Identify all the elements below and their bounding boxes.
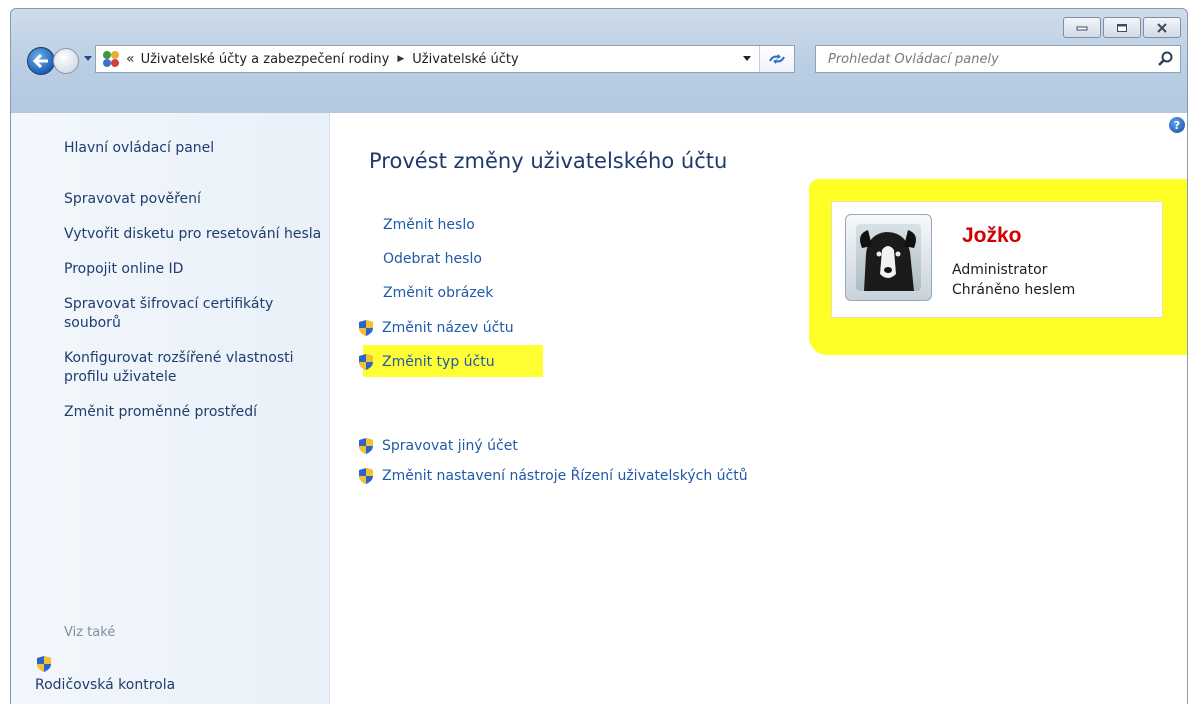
change-account-type-link[interactable]: Změnit typ účtu <box>357 353 495 371</box>
page-title: Provést změny uživatelského účtu <box>369 149 728 173</box>
task-link-online-id[interactable]: Propojit online ID <box>64 260 326 279</box>
refresh-button[interactable] <box>759 46 794 72</box>
back-arrow-icon <box>33 54 48 68</box>
refresh-icon <box>769 54 785 64</box>
change-password-link[interactable]: Změnit heslo <box>383 217 475 233</box>
maximize-button[interactable] <box>1103 17 1141 38</box>
back-button[interactable] <box>27 47 55 75</box>
close-button[interactable] <box>1143 17 1181 38</box>
help-icon[interactable]: ? <box>1169 117 1185 133</box>
control-panel-icon <box>103 51 119 67</box>
change-account-name-link[interactable]: Změnit název účtu <box>357 319 514 337</box>
change-uac-settings-link[interactable]: Změnit nastavení nástroje Řízení uživate… <box>357 467 748 485</box>
avatar[interactable] <box>845 214 932 301</box>
address-bar[interactable]: « Uživatelské účty a zabezpečení rodiny … <box>95 45 795 73</box>
see-also-label: Viz také <box>64 625 116 640</box>
task-manage-file-encryption-certificates[interactable]: Spravovat šifrovací certifikáty souborů <box>64 295 326 333</box>
parental-controls-link[interactable]: Rodičovská kontrola <box>35 655 175 693</box>
close-icon <box>1157 22 1167 33</box>
task-manage-credentials[interactable]: Spravovat pověření <box>64 190 326 209</box>
breadcrumb-overflow[interactable]: « <box>126 51 135 67</box>
navigation-bar: « Uživatelské účty a zabezpečení rodiny … <box>15 43 1183 75</box>
user-name: Jožko <box>962 224 1022 247</box>
recent-pages-dropdown-icon[interactable] <box>83 55 93 63</box>
uac-shield-icon <box>359 438 373 454</box>
manage-another-account-link[interactable]: Spravovat jiný účet <box>357 437 518 455</box>
control-panel-home-link[interactable]: Hlavní ovládací panel <box>64 139 326 158</box>
uac-shield-icon <box>359 468 373 484</box>
dog-picture-icon <box>860 230 916 291</box>
uac-shield-icon <box>359 354 373 370</box>
address-dropdown-icon[interactable] <box>742 55 752 63</box>
search-input[interactable] <box>826 51 1150 68</box>
user-password-status: Chráněno heslem <box>952 282 1076 298</box>
task-configure-advanced-profile-properties[interactable]: Konfigurovat rozšířené vlastnosti profil… <box>64 349 326 387</box>
minimize-icon <box>1076 26 1088 30</box>
manage-another-account-label: Spravovat jiný účet <box>382 438 518 454</box>
control-panel-window: « Uživatelské účty a zabezpečení rodiny … <box>10 8 1188 704</box>
uac-shield-icon <box>359 320 373 336</box>
user-role: Administrator <box>952 262 1048 278</box>
caption-buttons <box>1063 17 1181 38</box>
task-change-environment-variables[interactable]: Změnit proměnné prostředí <box>64 403 326 422</box>
change-account-type-label: Změnit typ účtu <box>382 354 495 370</box>
user-account-card: Jožko Administrator Chráněno heslem <box>831 201 1163 318</box>
task-pane: Hlavní ovládací panel Spravovat pověření… <box>11 113 330 704</box>
task-list: Hlavní ovládací panel Spravovat pověření… <box>64 139 326 438</box>
change-uac-settings-label: Změnit nastavení nástroje Řízení uživate… <box>382 468 748 484</box>
minimize-button[interactable] <box>1063 17 1101 38</box>
forward-button[interactable] <box>53 48 79 74</box>
content-area: Hlavní ovládací panel Spravovat pověření… <box>11 113 1187 704</box>
breadcrumb-separator-icon[interactable]: ▶ <box>397 54 404 64</box>
change-picture-link[interactable]: Změnit obrázek <box>383 285 493 301</box>
uac-shield-icon <box>37 656 51 672</box>
maximize-icon <box>1117 23 1127 32</box>
dog-picture <box>856 224 921 291</box>
parental-controls-label: Rodičovská kontrola <box>35 677 176 693</box>
remove-password-link[interactable]: Odebrat heslo <box>383 251 482 267</box>
search-box[interactable] <box>815 45 1181 73</box>
breadcrumb-user-accounts-family-safety[interactable]: Uživatelské účty a zabezpečení rodiny <box>141 52 390 67</box>
breadcrumb-user-accounts[interactable]: Uživatelské účty <box>412 52 518 67</box>
change-account-name-label: Změnit název účtu <box>382 320 514 336</box>
search-icon[interactable] <box>1158 51 1174 67</box>
task-create-password-reset-disk[interactable]: Vytvořit disketu pro resetování hesla <box>64 225 326 244</box>
